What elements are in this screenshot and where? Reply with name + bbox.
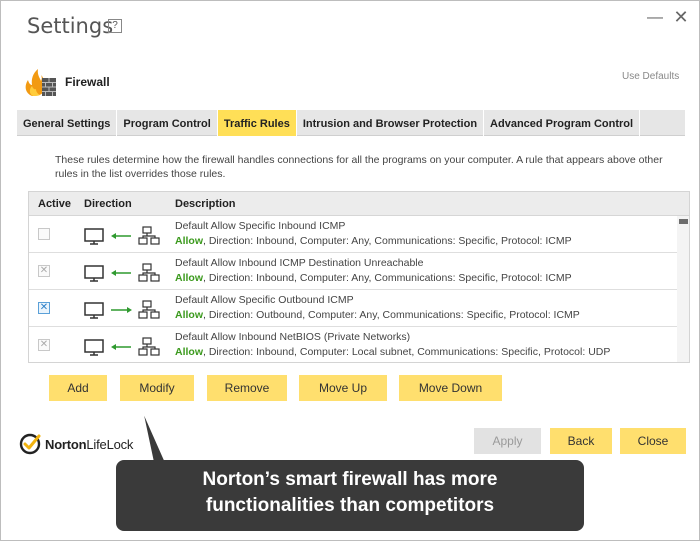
table-row[interactable]: ✕ Default Allow Inbound ICMP Destination…: [29, 253, 677, 290]
move-up-button[interactable]: Move Up: [299, 375, 387, 401]
firewall-icon: [25, 69, 56, 96]
rule-name: Default Allow Inbound NetBIOS (Private N…: [175, 331, 411, 343]
rule-action: Allow: [175, 272, 203, 284]
minimize-icon[interactable]: —: [645, 9, 665, 27]
section-title: Firewall: [65, 75, 110, 89]
add-button[interactable]: Add: [49, 375, 107, 401]
tab-program-control[interactable]: Program Control: [117, 110, 218, 136]
rule-detail-text: , Direction: Inbound, Computer: Any, Com…: [203, 235, 572, 247]
table-header: Active Direction Description: [29, 192, 689, 216]
callout-line-1: Norton’s smart firewall has more: [202, 469, 498, 490]
use-defaults-link[interactable]: Use Defaults: [622, 71, 679, 82]
rule-detail-text: , Direction: Inbound, Computer: Local su…: [203, 346, 611, 358]
direction-outbound: [84, 300, 160, 319]
header-active: Active: [38, 198, 72, 210]
rule-detail: Allow, Direction: Inbound, Computer: Loc…: [175, 346, 610, 358]
direction-inbound: [84, 263, 160, 282]
back-button[interactable]: Back: [550, 428, 612, 454]
rule-action: Allow: [175, 346, 203, 358]
close-icon[interactable]: ✕: [671, 7, 691, 28]
computer-icon: [84, 265, 104, 282]
norton-lifelock-logo: NortonLifeLock: [19, 432, 133, 456]
rule-name: Default Allow Inbound ICMP Destination U…: [175, 257, 424, 269]
tab-bar: General Settings Program Control Traffic…: [17, 110, 685, 136]
intro-text: These rules determine how the firewall h…: [55, 154, 663, 180]
tab-traffic-rules[interactable]: Traffic Rules: [217, 110, 297, 136]
rule-detail: Allow, Direction: Inbound, Computer: Any…: [175, 272, 572, 284]
logo-text: NortonLifeLock: [45, 437, 133, 452]
settings-window: Settings ? — ✕ Firewall Use Defaults Gen…: [0, 0, 700, 541]
computer-icon: [84, 339, 104, 356]
network-icon: [138, 226, 160, 245]
rules-table: Active Direction Description Default All…: [28, 191, 690, 363]
active-checkbox[interactable]: ✕: [38, 339, 50, 351]
rule-detail-text: , Direction: Outbound, Computer: Any, Co…: [203, 309, 580, 321]
direction-inbound: [84, 337, 160, 356]
arrow-left-icon: [111, 270, 131, 276]
active-checkbox[interactable]: ✕: [38, 302, 50, 314]
active-checkbox[interactable]: ✕: [38, 265, 50, 277]
window-title: Settings: [27, 14, 114, 38]
tab-advanced-program-control[interactable]: Advanced Program Control: [484, 110, 641, 136]
callout-pointer: [141, 408, 167, 462]
arrow-left-icon: [111, 344, 131, 350]
arrow-right-icon: [111, 307, 132, 313]
rule-name: Default Allow Specific Outbound ICMP: [175, 294, 354, 306]
apply-button[interactable]: Apply: [474, 428, 541, 454]
close-button[interactable]: Close: [620, 428, 686, 454]
rule-action: Allow: [175, 309, 203, 321]
move-down-button[interactable]: Move Down: [399, 375, 502, 401]
scrollbar[interactable]: [677, 216, 689, 362]
rule-detail-text: , Direction: Inbound, Computer: Any, Com…: [203, 272, 572, 284]
header-direction: Direction: [84, 198, 132, 210]
computer-icon: [84, 302, 104, 319]
modify-button[interactable]: Modify: [120, 375, 194, 401]
table-row[interactable]: ✕ Default Allow Specific Outbound ICMP A…: [29, 290, 677, 327]
direction-inbound: [84, 226, 160, 245]
network-icon: [138, 337, 160, 356]
norton-check-icon: [19, 433, 41, 455]
rule-name: Default Allow Specific Inbound ICMP: [175, 220, 346, 232]
rule-action: Allow: [175, 235, 203, 247]
arrow-left-icon: [111, 233, 131, 239]
callout-line-2: functionalities than competitors: [205, 495, 495, 516]
table-row[interactable]: ✕ Default Allow Inbound NetBIOS (Private…: [29, 327, 677, 362]
callout-text: Norton’s smart firewall has more functio…: [116, 467, 584, 519]
rule-detail: Allow, Direction: Outbound, Computer: An…: [175, 309, 580, 321]
rule-detail: Allow, Direction: Inbound, Computer: Any…: [175, 235, 572, 247]
logo-brand-b: LifeLock: [86, 436, 134, 452]
active-checkbox[interactable]: [38, 228, 50, 240]
remove-button[interactable]: Remove: [207, 375, 287, 401]
network-icon: [138, 300, 160, 319]
network-icon: [138, 263, 160, 282]
tab-general-settings[interactable]: General Settings: [17, 110, 118, 136]
computer-icon: [84, 228, 104, 245]
help-icon[interactable]: ?: [108, 19, 122, 33]
tab-intrusion-browser-protection[interactable]: Intrusion and Browser Protection: [297, 110, 485, 136]
scrollbar-thumb[interactable]: [679, 219, 688, 224]
header-description: Description: [175, 198, 236, 210]
table-row[interactable]: Default Allow Specific Inbound ICMP Allo…: [29, 216, 677, 253]
logo-brand-a: Norton: [45, 436, 87, 452]
